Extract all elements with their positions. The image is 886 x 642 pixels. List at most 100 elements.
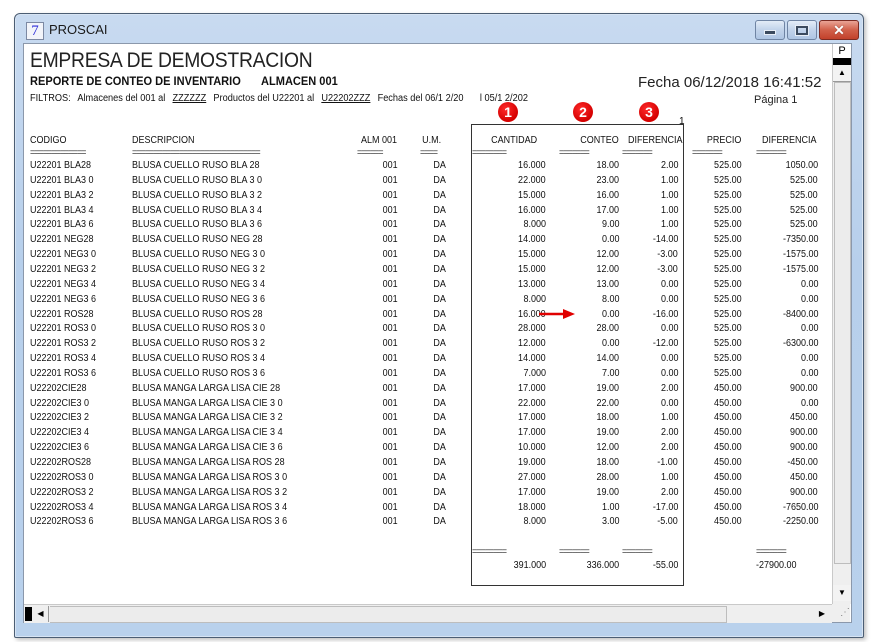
cell-precio: 450.00 xyxy=(684,442,742,453)
cell-um: DA xyxy=(404,160,446,171)
cell-um-text: DA xyxy=(433,174,446,186)
cell-diferencia: 1.00 xyxy=(622,190,678,201)
cell-precio-text: 525.00 xyxy=(714,278,742,290)
app-icon[interactable]: 7 xyxy=(26,22,44,40)
cell-alm: 001 xyxy=(344,190,398,201)
cell-diferencia2: 450.00 xyxy=(746,412,818,423)
cell-conteo-text: 18.00 xyxy=(596,412,619,424)
cell-precio: 525.00 xyxy=(684,175,742,186)
cell-cantidad: 8.000 xyxy=(468,516,546,527)
cell-conteo: 0.00 xyxy=(549,234,619,245)
cell-codigo: U22202CIE3 6 xyxy=(30,442,96,453)
vertical-scroll-thumb[interactable] xyxy=(834,82,851,564)
cell-diferencia-text: 0.00 xyxy=(660,278,678,290)
cell-diferencia: -12.00 xyxy=(622,338,678,349)
cell-codigo-text: U22202CIE3 4 xyxy=(30,427,90,439)
cell-um: DA xyxy=(404,383,446,394)
minimize-button[interactable] xyxy=(755,20,785,40)
cell-diferencia2-text: 525.00 xyxy=(790,219,818,231)
cell-alm-text: 001 xyxy=(382,471,398,483)
page-button[interactable]: P xyxy=(833,44,851,59)
cell-cantidad-text: 28.000 xyxy=(518,323,546,335)
cell-cantidad-text: 22.000 xyxy=(518,174,546,186)
cell-um-text: DA xyxy=(433,234,446,246)
cell-um: DA xyxy=(404,427,446,438)
cell-descripcion-text: BLUSA CUELLO RUSO BLA 28 xyxy=(132,160,260,171)
cell-um: DA xyxy=(404,442,446,453)
cell-descripcion-text: BLUSA CUELLO RUSO NEG 3 4 xyxy=(132,278,266,290)
horizontal-scroll-thumb[interactable] xyxy=(50,606,727,623)
cell-descripcion-text: BLUSA CUELLO RUSO BLA 3 0 xyxy=(132,174,263,186)
cell-cantidad: 12.000 xyxy=(468,338,546,349)
cell-descripcion: BLUSA CUELLO RUSO NEG 3 6 xyxy=(132,294,280,305)
scroll-up-button[interactable]: ▲ xyxy=(833,65,851,82)
cell-conteo-text: 7.00 xyxy=(601,367,619,379)
cell-cantidad-text: 8.000 xyxy=(523,219,546,231)
filter-productos-to: U22202ZZZ xyxy=(321,93,371,104)
cell-um: DA xyxy=(404,487,446,498)
scroll-down-button[interactable]: ▼ xyxy=(833,585,851,601)
cell-alm: 001 xyxy=(344,457,398,468)
title-bar[interactable]: 7 PROSCAI ✕ xyxy=(15,14,863,43)
cell-diferencia2-text: -7650.00 xyxy=(782,501,818,513)
cell-alm: 001 xyxy=(344,502,398,513)
cell-diferencia2: -2250.00 xyxy=(746,516,818,527)
cell-precio: 525.00 xyxy=(684,160,742,171)
cell-codigo: U22202ROS3 2 xyxy=(30,487,101,498)
cell-codigo: U22201 NEG3 0 xyxy=(30,249,103,260)
cell-precio-text: 525.00 xyxy=(714,308,742,320)
separator-conteo: ======= xyxy=(559,147,590,157)
cell-alm: 001 xyxy=(344,472,398,483)
cell-um-text: DA xyxy=(433,338,446,350)
cell-cantidad: 19.000 xyxy=(468,457,546,468)
cell-alm-text: 001 xyxy=(382,338,398,350)
horizontal-scrollbar[interactable]: ◀ ▶ xyxy=(24,604,832,623)
cell-diferencia2: 0.00 xyxy=(746,294,818,305)
cell-precio-text: 450.00 xyxy=(714,412,742,424)
cell-codigo: U22201 ROS3 6 xyxy=(30,368,103,379)
cell-descripcion: BLUSA CUELLO RUSO BLA 3 2 xyxy=(132,190,277,201)
cell-precio-text: 525.00 xyxy=(714,174,742,186)
cell-precio-text: 450.00 xyxy=(714,382,742,394)
scroll-left-button[interactable]: ◀ xyxy=(33,606,49,622)
table-row: U22201 BLA3 2 BLUSA CUELLO RUSO BLA 3 2 00… xyxy=(24,190,832,204)
cell-precio-text: 450.00 xyxy=(714,427,742,439)
maximize-button[interactable] xyxy=(787,20,817,40)
cell-diferencia-text: -3.00 xyxy=(657,263,678,275)
cell-diferencia-text: -3.00 xyxy=(657,249,678,261)
cell-descripcion: BLUSA MANGA LARGA LISA CIE 3 0 xyxy=(132,398,299,409)
cell-precio: 525.00 xyxy=(684,353,742,364)
cell-diferencia2-text: 525.00 xyxy=(790,174,818,186)
cell-diferencia2: -6300.00 xyxy=(746,338,818,349)
cell-conteo-text: 16.00 xyxy=(596,189,619,201)
cell-diferencia2: -7350.00 xyxy=(746,234,818,245)
cell-precio-text: 525.00 xyxy=(714,204,742,216)
cell-alm-text: 001 xyxy=(382,397,398,409)
scroll-right-button[interactable]: ▶ xyxy=(814,606,830,622)
vertical-scrollbar[interactable]: P ▲ ▼ xyxy=(832,44,851,604)
cell-conteo: 8.00 xyxy=(549,294,619,305)
cell-precio: 450.00 xyxy=(684,457,742,468)
cell-precio-text: 450.00 xyxy=(714,442,742,454)
resize-grip-icon[interactable]: ⋰ xyxy=(832,604,850,622)
cell-cantidad: 14.000 xyxy=(468,353,546,364)
cell-descripcion-text: BLUSA CUELLO RUSO BLA 3 6 xyxy=(132,219,263,231)
cell-alm: 001 xyxy=(344,219,398,230)
cell-codigo-text: U22202ROS3 6 xyxy=(30,516,94,528)
cell-alm-text: 001 xyxy=(382,367,398,379)
cell-conteo: 12.00 xyxy=(549,249,619,260)
totals-separator-conteo: ======= xyxy=(559,546,590,556)
cell-um-text: DA xyxy=(433,263,446,275)
cell-conteo: 14.00 xyxy=(549,353,619,364)
cell-conteo: 28.00 xyxy=(549,323,619,334)
cell-codigo-text: U22202ROS28 xyxy=(30,457,92,468)
cell-codigo-text: U22201 ROS28 xyxy=(30,308,94,320)
cell-cantidad-text: 27.000 xyxy=(518,471,546,483)
cell-conteo-text: 9.00 xyxy=(601,219,619,231)
cell-diferencia2-text: -2250.00 xyxy=(782,516,818,528)
cell-diferencia2: -1575.00 xyxy=(746,249,818,260)
cell-precio-text: 525.00 xyxy=(714,367,742,379)
cell-diferencia-text: 1.00 xyxy=(660,471,678,483)
close-button[interactable]: ✕ xyxy=(819,20,859,40)
cell-conteo-text: 14.00 xyxy=(596,353,619,365)
